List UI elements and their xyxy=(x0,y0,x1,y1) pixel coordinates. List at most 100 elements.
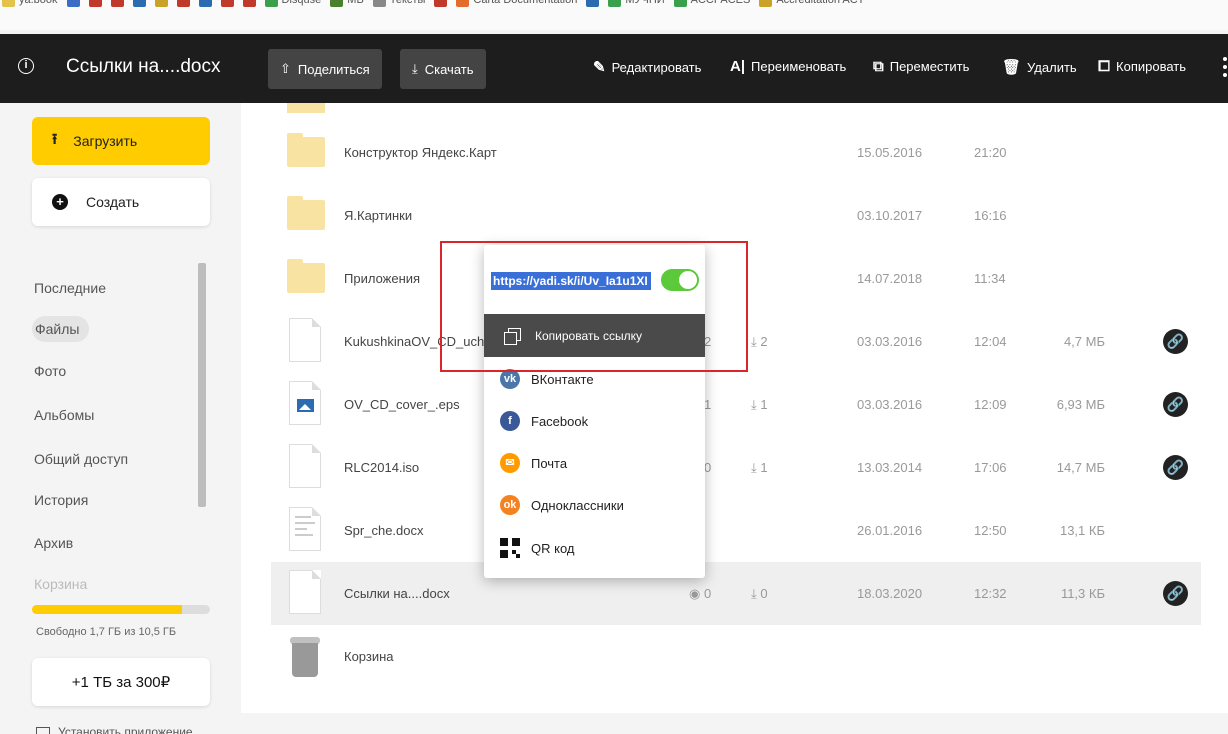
bookmark-item[interactable]: Accreditation ACT xyxy=(759,0,864,7)
rename-button[interactable]: A| Переименовать xyxy=(730,58,846,75)
bookmark-item[interactable] xyxy=(154,0,168,7)
table-row[interactable]: Корзина xyxy=(271,625,1201,688)
bookmark-item[interactable] xyxy=(88,0,102,7)
share-item-facebook[interactable]: f Facebook xyxy=(500,411,588,431)
table-row[interactable]: Ссылки на....docx ◉ 0 ⤓ 0 18.03.2020 12:32 11… xyxy=(271,562,1201,625)
sidebar-item-archive[interactable]: Архив xyxy=(34,535,73,551)
file-icon xyxy=(289,318,321,362)
vk-icon: vk xyxy=(500,369,520,389)
link-icon[interactable]: 🔗 xyxy=(1163,581,1188,606)
sidebar-scrollbar[interactable] xyxy=(195,253,208,598)
bookmark-item[interactable] xyxy=(66,0,80,7)
file-toolbar: i Ссылки на....docx ⇧ Поделиться ⤓ Скача… xyxy=(0,34,1228,103)
copy-icon: ⧠ xyxy=(1098,58,1111,75)
share-item-label: Почта xyxy=(531,455,568,471)
table-row[interactable]: Конструктор Яндекс.Карт 15.05.2016 21:20 xyxy=(271,121,1201,184)
odnoklassniki-icon: ok xyxy=(500,495,520,515)
file-size: 13,1 КБ xyxy=(1059,523,1105,538)
downloads-count: ⤓ 0 xyxy=(751,586,768,602)
more-icon[interactable] xyxy=(1222,57,1228,79)
buy-storage-button[interactable]: +1 ТБ за 300₽ xyxy=(32,658,210,706)
info-icon[interactable]: i xyxy=(18,58,34,74)
bookmark-icon xyxy=(456,0,470,7)
downloads-value: 1 xyxy=(760,397,768,412)
highlight-box xyxy=(440,241,748,372)
file-name: Корзина xyxy=(344,649,394,664)
share-item-qr-code[interactable]: QR код xyxy=(500,538,574,558)
bookmark-item[interactable]: Carta Documentation xyxy=(456,0,577,7)
share-item-label: QR код xyxy=(531,540,575,556)
delete-label: Удалить xyxy=(1027,59,1077,75)
bookmark-item[interactable] xyxy=(176,0,190,7)
share-item-label: Facebook xyxy=(531,413,589,429)
bookmark-item[interactable]: MB xyxy=(330,0,364,7)
file-time: 16:16 xyxy=(974,208,1007,223)
delete-button[interactable]: 🗑 Удалить xyxy=(1002,58,1077,76)
share-item-vk[interactable]: vk ВКонтакте xyxy=(500,369,594,389)
download-icon: ⤓ xyxy=(751,586,761,601)
table-row[interactable]: OV_CD_cover_.eps◉ 1⤓ 103.03.201612:096,9… xyxy=(271,373,1201,436)
sidebar-item-files[interactable]: Файлы xyxy=(32,316,90,342)
file-date: 13.03.2014 xyxy=(857,460,923,475)
views-value: 1 xyxy=(703,397,712,412)
bookmark-icon xyxy=(759,0,773,7)
bookmark-label: MB xyxy=(347,0,364,6)
downloads-count: ⤓ 1 xyxy=(751,397,768,413)
downloads-count: ⤓ 1 xyxy=(751,460,768,476)
file-time: 12:32 xyxy=(974,586,1007,601)
trash-icon: 🗑 xyxy=(1002,59,1022,76)
bookmark-item[interactable] xyxy=(434,0,448,7)
file-name: Я.Картинки xyxy=(344,208,413,223)
file-time: 12:09 xyxy=(974,397,1007,412)
bookmark-item[interactable]: ya.book xyxy=(2,0,58,7)
move-button[interactable]: ⧉ Переместить xyxy=(873,58,969,75)
bookmark-item[interactable] xyxy=(586,0,600,7)
sidebar-item-photos[interactable]: Фото xyxy=(34,363,66,379)
bookmark-item[interactable] xyxy=(198,0,212,7)
table-row[interactable]: RLC2014.iso◉ 0⤓ 113.03.201417:0614,7 МБ🔗 xyxy=(271,436,1201,499)
file-time: 12:50 xyxy=(974,523,1007,538)
bookmark-item[interactable]: МУЧПИ xyxy=(608,0,665,7)
sidebar-item-trash[interactable]: Корзина xyxy=(34,576,87,592)
bookmark-item[interactable] xyxy=(110,0,124,7)
sidebar-item-history[interactable]: История xyxy=(34,492,88,508)
install-label: Установить приложение xyxy=(58,725,193,734)
file-list: Конструктор Яндекс.Карт 15.05.2016 21:20 Я.… xyxy=(241,103,1228,713)
table-row[interactable]: Я.Картинки 03.10.2017 16:16 xyxy=(271,184,1201,247)
bookmark-item[interactable] xyxy=(220,0,234,7)
upload-button[interactable]: ⭱ Загрузить xyxy=(32,117,210,165)
bookmark-item[interactable]: Disquse xyxy=(264,0,322,7)
share-item-mail[interactable]: ✉ Почта xyxy=(500,453,567,473)
edit-button[interactable]: ✎ Редактировать xyxy=(593,58,701,76)
sidebar-item-shared[interactable]: Общий доступ xyxy=(34,451,128,467)
link-icon[interactable]: 🔗 xyxy=(1163,455,1188,480)
link-icon[interactable]: 🔗 xyxy=(1163,392,1188,417)
bookmark-item[interactable]: ACCPACES xyxy=(673,0,750,7)
install-app-link[interactable]: Установить приложение xyxy=(36,725,193,734)
file-date: 03.03.2016 xyxy=(857,397,923,412)
table-row[interactable]: Spr_che.docx 26.01.2016 12:50 13,1 КБ xyxy=(271,499,1201,562)
bookmark-icon xyxy=(264,0,278,7)
link-icon[interactable]: 🔗 xyxy=(1163,329,1188,354)
bookmark-label: Disquse xyxy=(281,0,322,6)
share-button[interactable]: ⇧ Поделиться xyxy=(268,49,382,89)
file-date: 18.03.2020 xyxy=(857,586,923,601)
rename-icon: A| xyxy=(730,58,746,75)
storage-text: Свободно 1,7 ГБ из 10,5 ГБ xyxy=(36,626,177,638)
file-icon xyxy=(289,570,321,614)
create-button[interactable]: + Создать xyxy=(32,178,210,226)
file-time: 21:20 xyxy=(974,145,1007,160)
download-button[interactable]: ⤓ Скачать xyxy=(400,49,486,89)
file-size: 11,3 КБ xyxy=(1060,586,1105,601)
pencil-icon: ✎ xyxy=(593,59,606,76)
share-item-odnoklassniki[interactable]: ok Одноклассники xyxy=(500,495,624,515)
sidebar-item-albums[interactable]: Альбомы xyxy=(34,407,94,423)
copy-button[interactable]: ⧠ Копировать xyxy=(1098,58,1186,75)
sidebar-item-recent[interactable]: Последние xyxy=(34,280,106,296)
bookmark-item[interactable] xyxy=(132,0,146,7)
bookmark-item[interactable]: Тексты xyxy=(372,0,425,7)
downloads-value: 1 xyxy=(760,460,768,475)
bookmark-icon xyxy=(673,0,687,7)
file-time: 11:34 xyxy=(974,271,1006,286)
bookmark-item[interactable] xyxy=(242,0,256,7)
